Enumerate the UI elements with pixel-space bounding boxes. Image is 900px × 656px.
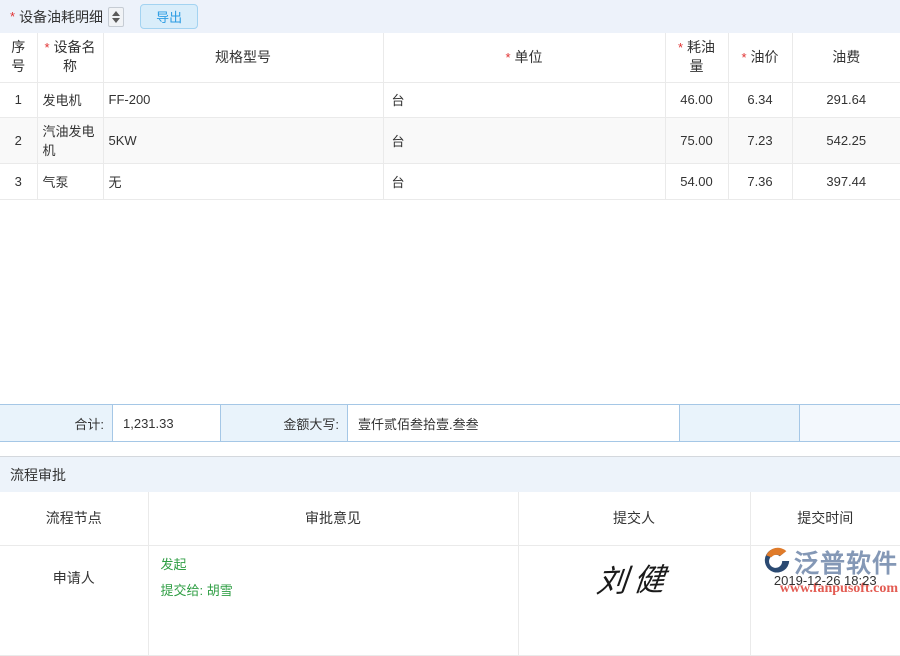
cell-model: 5KW: [103, 117, 383, 163]
section-header: * 设备油耗明细 导出: [0, 0, 900, 33]
submitter-signature: 刘健: [594, 553, 673, 601]
approval-table: 流程节点 审批意见 提交人 提交时间 申请人 发起 提交给: 胡雪 刘健 201…: [0, 492, 900, 656]
summary-empty-cell: [680, 405, 800, 441]
col-header-consumption: *耗油量: [665, 33, 728, 82]
fuel-detail-table: 序号 *设备名称 规格型号 *单位 *耗油量 *油价 油费 1 发电机 FF-2…: [0, 33, 900, 200]
col-header-unit: *单位: [383, 33, 665, 82]
cell-model: FF-200: [103, 82, 383, 117]
required-asterisk: *: [44, 40, 49, 55]
required-asterisk: *: [678, 40, 683, 55]
detail-header-row: 序号 *设备名称 规格型号 *单位 *耗油量 *油价 油费: [0, 33, 900, 82]
sort-up-arrow: [112, 11, 120, 16]
cell-unit: 台: [383, 163, 665, 199]
table-row: 3 气泵 无 台 54.00 7.36 397.44: [0, 163, 900, 199]
cell-price: 6.34: [728, 82, 792, 117]
cell-price: 7.36: [728, 163, 792, 199]
required-asterisk: *: [505, 50, 510, 65]
amount-words-input[interactable]: 壹仟贰佰叁拾壹.叁叁: [348, 405, 680, 441]
col-header-model: 规格型号: [103, 33, 383, 82]
approval-section-title-bar: 流程审批: [0, 456, 900, 492]
cell-consumption: 75.00: [665, 117, 728, 163]
cell-model: 无: [103, 163, 383, 199]
cell-unit: 台: [383, 117, 665, 163]
col-header-submitter: 提交人: [518, 492, 750, 545]
cell-name: 汽油发电机: [37, 117, 103, 163]
approval-row: 申请人 发起 提交给: 胡雪 刘健 2019-12-26 18:23: [0, 545, 900, 655]
approval-submitter: 刘健: [518, 545, 750, 655]
sort-updown-icon[interactable]: [108, 7, 124, 27]
required-asterisk: *: [10, 9, 15, 24]
cell-name: 发电机: [37, 82, 103, 117]
table-row: 1 发电机 FF-200 台 46.00 6.34 291.64: [0, 82, 900, 117]
col-header-node: 流程节点: [0, 492, 148, 545]
cell-name: 气泵: [37, 163, 103, 199]
cell-unit: 台: [383, 82, 665, 117]
cell-cost: 397.44: [792, 163, 900, 199]
col-header-no: 序号: [0, 33, 37, 82]
submit-timestamp: 2019-12-26 18:23: [774, 573, 877, 588]
col-header-name: *设备名称: [37, 33, 103, 82]
cell-price: 7.23: [728, 117, 792, 163]
approval-opinion: 发起 提交给: 胡雪: [148, 545, 518, 655]
cell-consumption: 54.00: [665, 163, 728, 199]
col-header-price: *油价: [728, 33, 792, 82]
cell-no: 2: [0, 117, 37, 163]
approval-section-title: 流程审批: [10, 465, 66, 485]
cell-cost: 542.25: [792, 117, 900, 163]
total-label: 合计:: [0, 405, 113, 441]
approval-time: 2019-12-26 18:23: [750, 545, 900, 655]
approval-header-row: 流程节点 审批意见 提交人 提交时间: [0, 492, 900, 545]
cell-cost: 291.64: [792, 82, 900, 117]
amount-words-label: 金额大写:: [221, 405, 348, 441]
cell-consumption: 46.00: [665, 82, 728, 117]
summary-empty-cell: [800, 405, 900, 441]
col-header-cost: 油费: [792, 33, 900, 82]
summary-row: 合计: 1,231.33 金额大写: 壹仟贰佰叁拾壹.叁叁: [0, 404, 900, 442]
col-header-opinion: 审批意见: [148, 492, 518, 545]
opinion-action: 发起: [161, 552, 518, 578]
page-title: 设备油耗明细: [19, 7, 103, 27]
total-input[interactable]: 1,231.33: [113, 405, 221, 441]
cell-no: 1: [0, 82, 37, 117]
approval-node: 申请人: [0, 545, 148, 655]
sort-down-arrow: [112, 18, 120, 23]
col-header-time: 提交时间: [750, 492, 900, 545]
required-asterisk: *: [741, 50, 746, 65]
table-row: 2 汽油发电机 5KW 台 75.00 7.23 542.25: [0, 117, 900, 163]
cell-no: 3: [0, 163, 37, 199]
export-button[interactable]: 导出: [140, 4, 198, 29]
